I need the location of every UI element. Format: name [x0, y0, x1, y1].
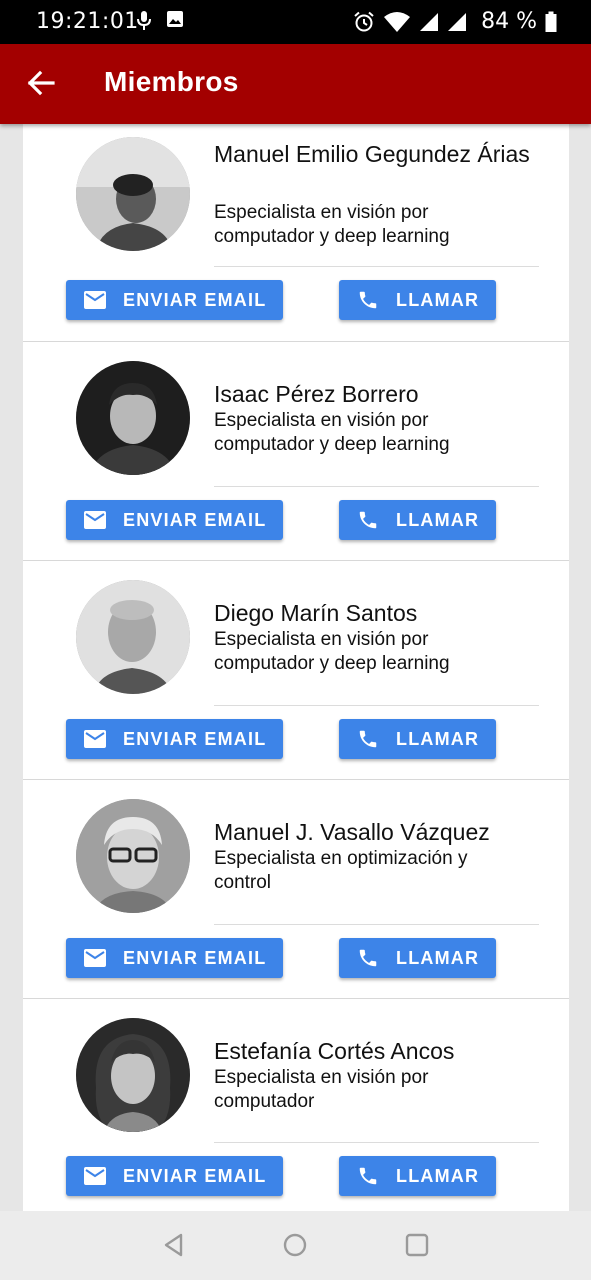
call-label: LLAMAR [396, 948, 480, 968]
divider [214, 1142, 539, 1143]
avatar [76, 799, 190, 913]
member-name: Diego Marín Santos [214, 600, 418, 626]
status-time: 19:21:01 [36, 9, 139, 34]
avatar [76, 580, 190, 694]
call-button[interactable]: LLAMAR [339, 500, 496, 540]
avatar [76, 137, 190, 251]
call-label: LLAMAR [396, 510, 480, 530]
send-email-button[interactable]: ENVIAR EMAIL [66, 719, 283, 759]
send-email-button[interactable]: ENVIAR EMAIL [66, 938, 283, 978]
mail-icon [84, 730, 106, 748]
member-role: Especialista en visión por computador y … [214, 629, 450, 674]
member-card: Isaac Pérez Borrero Especialista en visi… [23, 343, 569, 561]
avatar [76, 1018, 190, 1132]
phone-icon [359, 1167, 377, 1185]
phone-icon [359, 730, 377, 748]
member-name: Isaac Pérez Borrero [214, 381, 419, 407]
send-email-label: ENVIAR EMAIL [123, 290, 267, 310]
member-role: Especialista en visión por computador [214, 1067, 429, 1112]
card-separator [23, 779, 569, 780]
send-email-label: ENVIAR EMAIL [123, 510, 267, 530]
call-label: LLAMAR [396, 1166, 480, 1186]
card-separator [23, 560, 569, 561]
send-email-label: ENVIAR EMAIL [123, 1166, 267, 1186]
call-button[interactable]: LLAMAR [339, 719, 496, 759]
member-card: Manuel Emilio Gegundez Árias Especialist… [23, 124, 569, 342]
app-bar: Miembros [0, 44, 591, 124]
phone-icon [359, 511, 377, 529]
page-title: Miembros [104, 66, 239, 97]
divider [214, 266, 539, 267]
arrow-left-icon[interactable] [26, 68, 56, 98]
mail-icon [84, 291, 106, 309]
member-name: Manuel J. Vasallo Vázquez [214, 819, 490, 845]
send-email-button[interactable]: ENVIAR EMAIL [66, 280, 283, 320]
back-triangle-icon[interactable] [161, 1232, 187, 1258]
mail-icon [84, 511, 106, 529]
battery-icon [545, 11, 557, 32]
send-email-label: ENVIAR EMAIL [123, 948, 267, 968]
system-nav-bar [0, 1211, 591, 1280]
battery-percent: 84 % [481, 9, 537, 34]
card-separator [23, 998, 569, 999]
signal-icon [448, 12, 467, 31]
home-circle-icon[interactable] [282, 1232, 308, 1258]
send-email-button[interactable]: ENVIAR EMAIL [66, 1156, 283, 1196]
send-email-label: ENVIAR EMAIL [123, 729, 267, 749]
call-label: LLAMAR [396, 290, 480, 310]
member-name: Estefanía Cortés Ancos [214, 1038, 455, 1064]
phone-icon [359, 949, 377, 967]
mic-icon [137, 11, 151, 30]
status-bar: 19:21:01 84 % [0, 0, 591, 44]
call-button[interactable]: LLAMAR [339, 280, 496, 320]
member-role: Especialista en visión por computador y … [214, 202, 450, 247]
member-card: Estefanía Cortés Ancos Especialista en v… [23, 1000, 569, 1211]
wifi-icon [384, 11, 411, 32]
call-button[interactable]: LLAMAR [339, 1156, 496, 1196]
call-label: LLAMAR [396, 729, 480, 749]
mail-icon [84, 949, 106, 967]
call-button[interactable]: LLAMAR [339, 938, 496, 978]
phone-icon [359, 291, 377, 309]
divider [214, 924, 539, 925]
member-card: Diego Marín Santos Especialista en visió… [23, 562, 569, 780]
card-separator [23, 341, 569, 342]
member-name: Manuel Emilio Gegundez Árias [214, 141, 530, 167]
member-card: Manuel J. Vasallo Vázquez Especialista e… [23, 781, 569, 999]
member-role: Especialista en optimización y control [214, 848, 468, 893]
divider [214, 705, 539, 706]
members-list[interactable]: Manuel Emilio Gegundez Árias Especialist… [23, 124, 569, 1211]
signal-icon [420, 12, 439, 31]
mail-icon [84, 1167, 106, 1185]
divider [214, 486, 539, 487]
alarm-icon [354, 11, 374, 31]
member-role: Especialista en visión por computador y … [214, 410, 450, 455]
send-email-button[interactable]: ENVIAR EMAIL [66, 500, 283, 540]
image-icon [167, 11, 183, 27]
recents-square-icon[interactable] [404, 1232, 430, 1258]
avatar [76, 361, 190, 475]
